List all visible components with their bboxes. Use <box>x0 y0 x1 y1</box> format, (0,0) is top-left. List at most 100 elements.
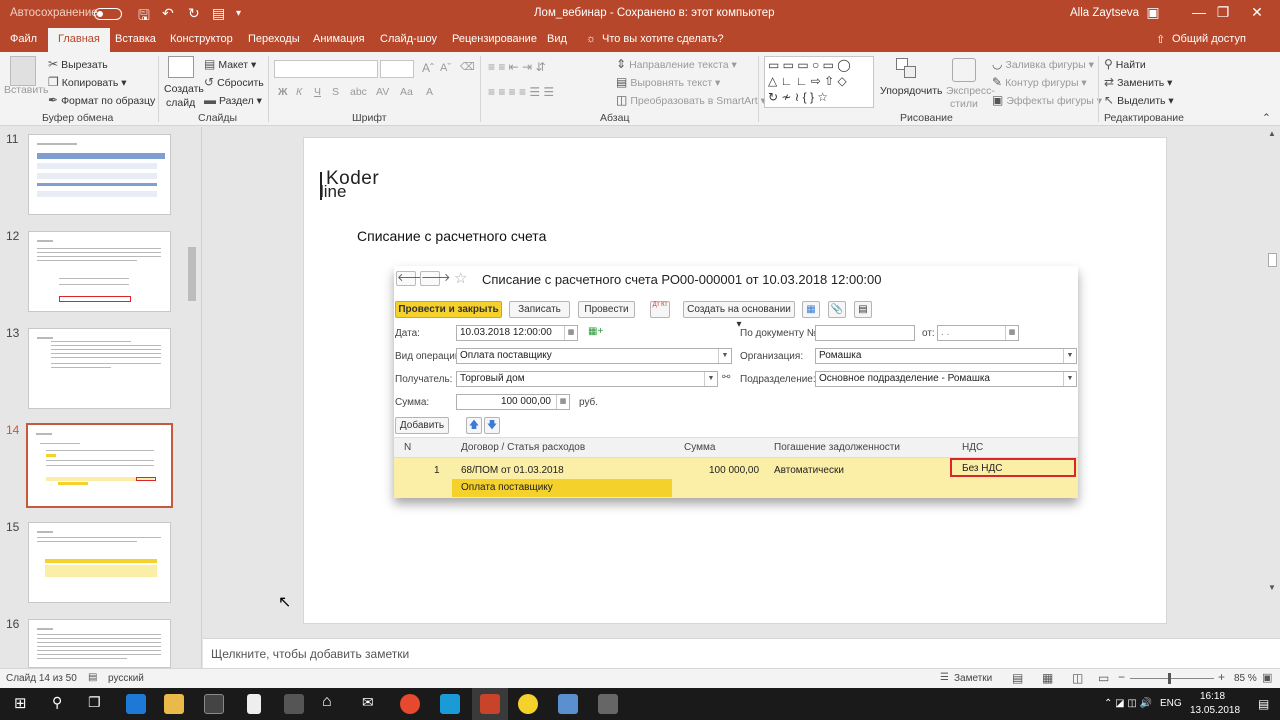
row-contract[interactable]: 68/ПОМ от 01.03.2018 <box>461 465 564 476</box>
zoom-level[interactable]: 85 % <box>1234 673 1257 684</box>
font-grow-icon[interactable]: Aˆ <box>422 61 434 75</box>
shadow-icon[interactable]: S <box>332 86 339 98</box>
tab-design[interactable]: Конструктор <box>170 33 233 45</box>
sum-field[interactable]: 100 000,00 ▦ <box>456 394 570 410</box>
smartart-button[interactable]: ◫ Преобразовать в SmartArt ▾ <box>616 93 766 107</box>
zoom-in-icon[interactable]: + <box>1218 670 1225 684</box>
dropdown-icon[interactable]: ▼ <box>704 372 717 386</box>
share-button[interactable]: Общий доступ <box>1172 33 1246 45</box>
report-icon[interactable]: ▤ <box>854 301 872 318</box>
tab-animations[interactable]: Анимация <box>313 33 365 45</box>
slide-thumbnail-14[interactable] <box>26 423 173 508</box>
font-shrink-icon[interactable]: Aˇ <box>440 62 451 74</box>
remote-desktop-icon[interactable] <box>558 694 578 714</box>
from-date-field[interactable]: . . ▦ <box>937 325 1019 341</box>
save-icon[interactable]: 🖫 <box>138 5 150 29</box>
cut-button[interactable]: ✂ Вырезать <box>48 57 108 71</box>
normal-view-icon[interactable]: ▤ <box>1012 671 1023 685</box>
windows-start-icon[interactable]: ⊞ <box>14 694 27 712</box>
department-field[interactable]: Основное подразделение - Ромашка ▼ <box>815 371 1077 387</box>
slide-thumbnail-11[interactable] <box>28 134 171 215</box>
forward-arrow-icon[interactable]: 🡒 <box>420 271 451 286</box>
shape-fill-button[interactable]: ◡ Заливка фигуры ▾ <box>992 57 1094 71</box>
slideshow-view-icon[interactable]: ▭ <box>1098 671 1109 685</box>
slide-thumbnail-13[interactable] <box>28 328 171 409</box>
scroll-down-icon[interactable]: ▼ <box>1268 583 1276 592</box>
section-button[interactable]: ▬ Раздел ▾ <box>204 93 262 107</box>
paste-button[interactable]: Вставить <box>4 84 49 96</box>
recipient-field[interactable]: Торговый дом ▼ <box>456 371 718 387</box>
clock-date[interactable]: 13.05.2018 <box>1190 705 1240 716</box>
underline-icon[interactable]: Ч <box>314 86 321 98</box>
calendar-icon[interactable]: ▦ <box>1005 326 1018 340</box>
open-link-icon[interactable]: ⚯ <box>722 372 730 383</box>
slide-thumbnail-12[interactable] <box>28 231 171 312</box>
reading-view-icon[interactable]: ◫ <box>1072 671 1083 685</box>
replace-button[interactable]: ⇄ Заменить ▾ <box>1104 75 1172 89</box>
arrange-icon[interactable] <box>896 58 920 82</box>
search-icon[interactable]: ⚲ <box>52 694 62 711</box>
language-tray[interactable]: ENG <box>1160 698 1182 709</box>
row-repayment[interactable]: Автоматически <box>774 465 844 476</box>
document-icon[interactable] <box>247 694 261 714</box>
app-icon[interactable] <box>284 694 304 714</box>
task-view-icon[interactable]: ❐ <box>88 694 101 711</box>
align-icons[interactable]: ≡ ≡ ≡ ≡ ☰ ☰ <box>488 85 554 99</box>
skype-icon[interactable] <box>440 694 460 714</box>
undo-icon[interactable]: ↶ <box>162 5 174 22</box>
arrange-button[interactable]: Упорядочить <box>880 85 942 97</box>
star-icon[interactable]: ☆ <box>454 269 467 287</box>
find-button[interactable]: ⚲ Найти <box>1104 57 1146 71</box>
tab-review[interactable]: Рецензирование <box>452 33 537 45</box>
vat-cell-highlight[interactable]: Без НДС <box>950 458 1076 477</box>
fit-slide-icon[interactable]: ▣ <box>1262 671 1272 684</box>
store-icon[interactable] <box>204 694 224 714</box>
zoom-slider[interactable] <box>1130 678 1214 679</box>
organization-field[interactable]: Ромашка ▼ <box>815 348 1077 364</box>
slide-scrollbar[interactable]: ▲ ▼ <box>1266 127 1280 597</box>
dropdown-icon[interactable]: ▼ <box>1063 349 1076 363</box>
calendar-add-icon[interactable]: ▦+ <box>588 326 603 337</box>
add-row-button[interactable]: Добавить <box>395 417 449 434</box>
col-sum[interactable]: Сумма <box>684 442 715 453</box>
font-size-select[interactable] <box>380 60 414 78</box>
notifications-icon[interactable]: ▤ <box>1258 697 1269 711</box>
edge-icon[interactable] <box>126 694 146 714</box>
slide-sorter-icon[interactable]: ▦ <box>1042 671 1053 685</box>
redo-icon[interactable]: ↻ <box>188 5 200 22</box>
row-article-cell[interactable]: Оплата поставщику <box>452 479 672 497</box>
select-button[interactable]: ↖ Выделить ▾ <box>1104 93 1174 107</box>
chrome-icon[interactable] <box>400 694 420 714</box>
paste-icon[interactable] <box>10 56 36 86</box>
collapse-ribbon-icon[interactable]: ⌃ <box>1262 112 1271 124</box>
italic-icon[interactable]: К <box>296 86 302 98</box>
slide-thumbnail-16[interactable] <box>28 619 171 668</box>
row-sum[interactable]: 100 000,00 <box>709 465 759 476</box>
post-button[interactable]: Провести <box>578 301 635 318</box>
new-slide-label-2[interactable]: слайд <box>166 97 195 109</box>
dropdown-icon[interactable]: ▼ <box>718 349 731 363</box>
shape-effects-button[interactable]: ▣ Эффекты фигуры ▾ <box>992 93 1102 107</box>
operation-field[interactable]: Оплата поставщику ▼ <box>456 348 732 364</box>
tab-home[interactable]: Главная <box>48 28 110 52</box>
onec-icon[interactable] <box>518 694 538 714</box>
notes-pane[interactable]: Щелкните, чтобы добавить заметки <box>203 638 1280 668</box>
close-icon[interactable]: ✕ <box>1234 4 1280 21</box>
shape-outline-button[interactable]: ✎ Контур фигуры ▾ <box>992 75 1087 89</box>
date-field[interactable]: 10.03.2018 12:00:00 ▦ <box>456 325 578 341</box>
attachment-icon[interactable]: 📎 <box>828 301 846 318</box>
tell-me-input[interactable]: Что вы хотите сделать? <box>602 33 724 45</box>
structure-icon[interactable]: ▦ <box>802 301 820 318</box>
scroll-up-icon[interactable]: ▲ <box>1268 129 1276 138</box>
copy-button[interactable]: ❐ Копировать ▾ <box>48 75 127 89</box>
save-button[interactable]: Записать <box>509 301 570 318</box>
reset-button[interactable]: ↺ Сбросить <box>204 75 264 89</box>
clear-format-icon[interactable]: ⌫ <box>460 61 475 73</box>
tab-transitions[interactable]: Переходы <box>248 33 300 45</box>
post-and-close-button[interactable]: Провести и закрыть <box>395 301 502 318</box>
quick-styles-label-2[interactable]: стили <box>950 98 978 110</box>
bold-icon[interactable]: Ж <box>278 86 288 98</box>
doc-number-field[interactable] <box>815 325 915 341</box>
from-beginning-icon[interactable]: ▤ <box>212 5 225 22</box>
text-direction-button[interactable]: ⇕ Направление текста ▾ <box>616 57 737 71</box>
